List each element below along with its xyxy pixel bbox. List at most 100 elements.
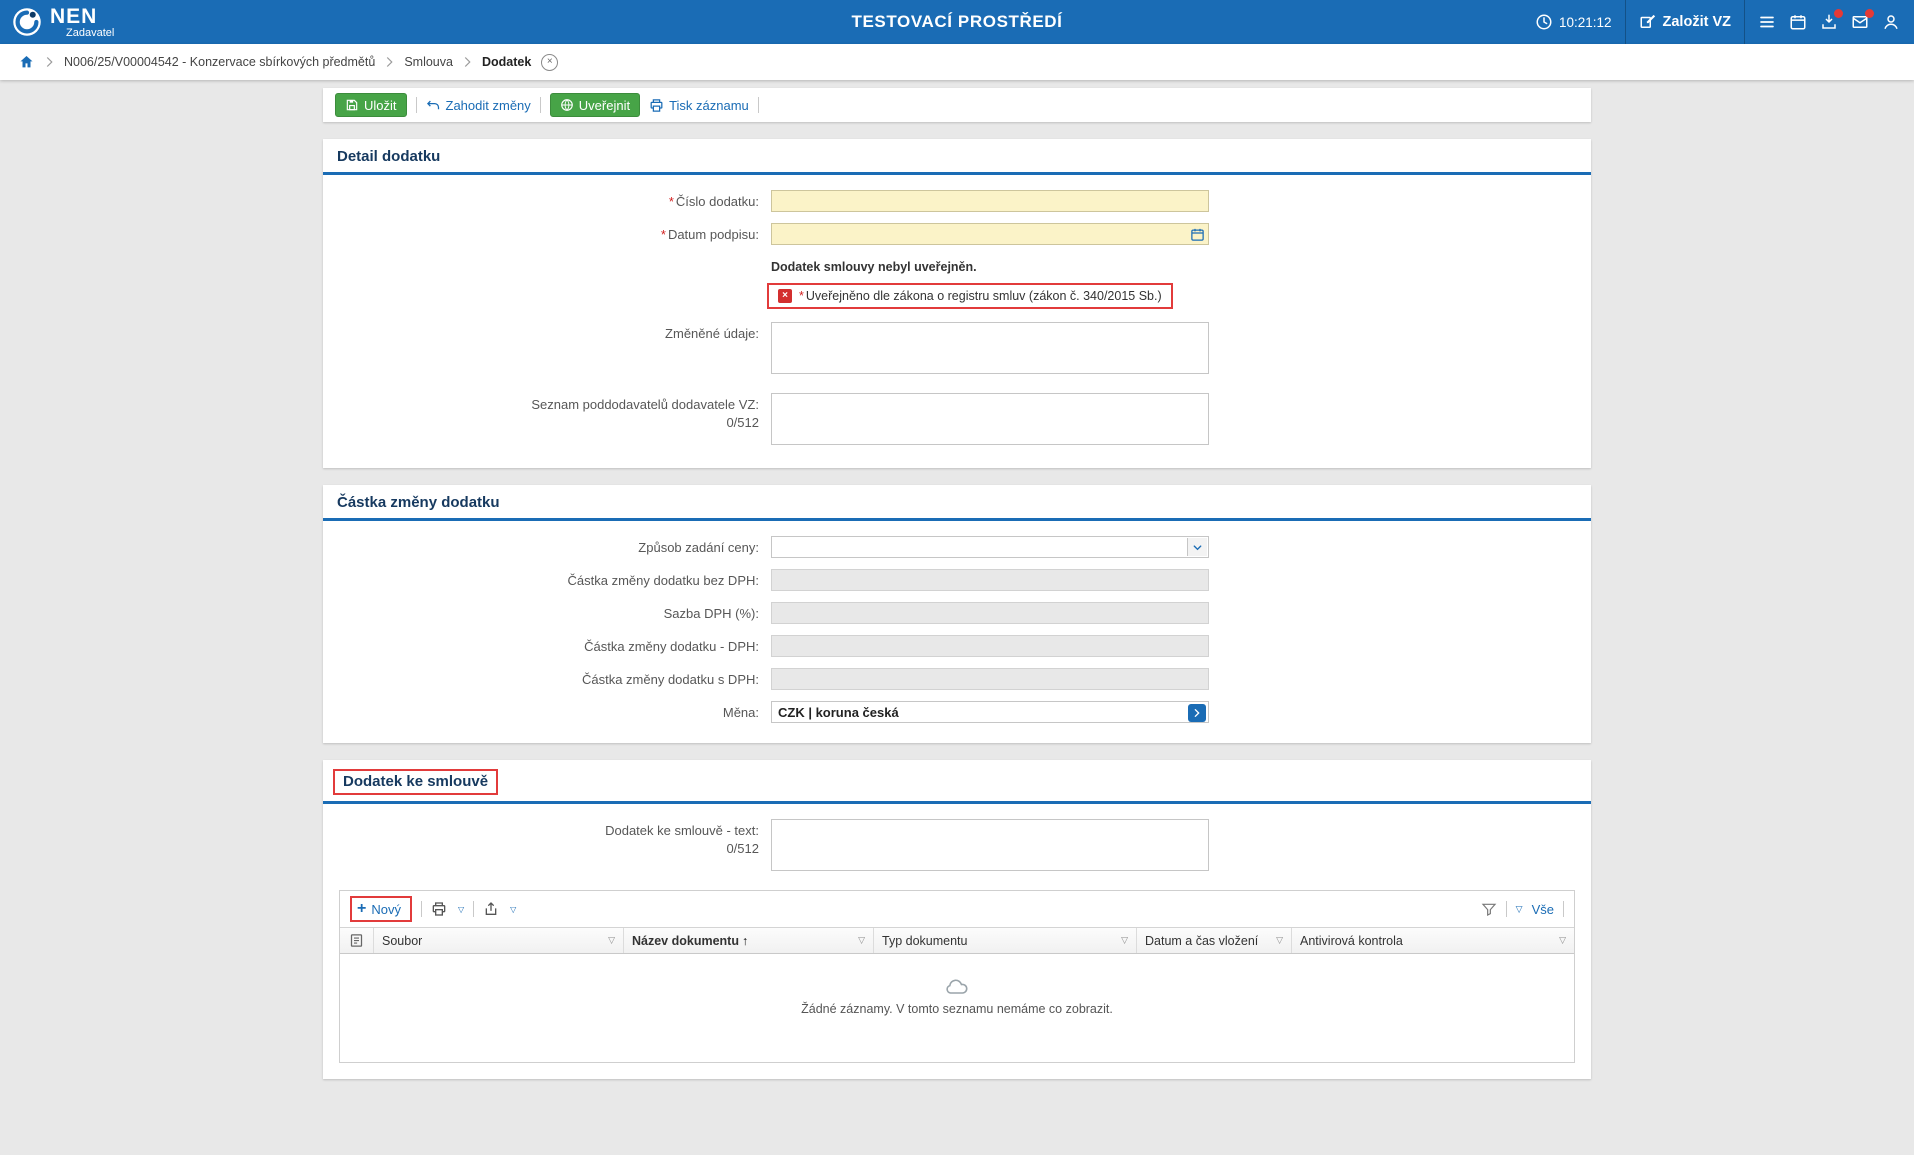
- table-empty-state: Žádné záznamy. V tomto seznamu nemáme co…: [340, 954, 1574, 1062]
- compose-icon: [1639, 13, 1657, 31]
- column-header-antivirova-kontrola[interactable]: Antivirová kontrola ▽: [1292, 928, 1574, 953]
- select-dropdown-button[interactable]: [1187, 538, 1207, 556]
- nen-logo[interactable]: NEN Zadavatel: [12, 6, 114, 39]
- field-label-text: Dodatek ke smlouvě - text:: [605, 823, 759, 838]
- datepicker-icon[interactable]: [1190, 227, 1205, 242]
- field-dodatek-text: Dodatek ke smlouvě - text: 0/512: [323, 819, 1591, 876]
- downloads-button[interactable]: [1820, 13, 1838, 31]
- char-counter: 0/512: [323, 415, 759, 430]
- toolbar-separator: [540, 97, 541, 113]
- error-icon: ×: [778, 289, 792, 303]
- profile-button[interactable]: [1882, 13, 1900, 31]
- publish-label: Uveřejnit: [579, 98, 630, 113]
- messages-badge: [1865, 9, 1874, 18]
- user-icon: [1882, 13, 1900, 31]
- zpusob-zadani-ceny-select[interactable]: [771, 536, 1209, 558]
- field-label: Částka změny dodatku - DPH:: [323, 635, 771, 654]
- column-filter-icon[interactable]: ▽: [608, 935, 615, 946]
- messages-button[interactable]: [1851, 13, 1869, 31]
- zmenene-udaje-textarea[interactable]: [771, 322, 1209, 374]
- mena-field[interactable]: CZK | koruna česká: [771, 701, 1209, 723]
- column-filter-icon[interactable]: ▽: [858, 935, 865, 946]
- save-button[interactable]: Uložit: [335, 93, 407, 117]
- home-icon[interactable]: [18, 54, 35, 70]
- create-vz-label: Založit VZ: [1663, 14, 1731, 30]
- print-dropdown-icon[interactable]: ▽: [458, 905, 464, 914]
- column-header-nazev-dokumentu[interactable]: Název dokumentu ↑ ▽: [624, 928, 874, 953]
- documents-table: + Nový ▽ ▽ ▽ Vše: [339, 890, 1575, 1063]
- header-separator: [1625, 0, 1626, 44]
- castka-s-dph-input: [771, 668, 1209, 690]
- table-toolbar: + Nový ▽ ▽ ▽ Vše: [340, 891, 1574, 927]
- close-tab-icon[interactable]: ×: [541, 54, 558, 71]
- calendar-button[interactable]: [1789, 13, 1807, 31]
- breadcrumb: N006/25/V00004542 - Konzervace sbírkovýc…: [0, 44, 1914, 80]
- annotation-highlight: Dodatek ke smlouvě: [333, 769, 498, 795]
- export-dropdown-icon[interactable]: ▽: [510, 905, 516, 914]
- column-label: Typ dokumentu: [882, 934, 967, 948]
- row-publish-note: Dodatek smlouvy nebyl uveřejněn.: [323, 256, 1591, 274]
- create-vz-button[interactable]: Založit VZ: [1639, 13, 1731, 31]
- field-castka-s-dph: Částka změny dodatku s DPH:: [323, 668, 1591, 690]
- undo-icon: [426, 98, 441, 113]
- field-label: Částka změny dodatku bez DPH:: [323, 569, 771, 588]
- field-mena: Měna: CZK | koruna česká: [323, 701, 1591, 723]
- print-record-button[interactable]: Tisk záznamu: [649, 98, 749, 113]
- column-filter-icon[interactable]: ▽: [1276, 935, 1283, 946]
- column-label: Název dokumentu: [632, 934, 739, 948]
- column-label: Antivirová kontrola: [1300, 934, 1403, 948]
- section-title: Detail dodatku: [337, 148, 440, 165]
- plus-icon: +: [357, 901, 366, 917]
- registry-error-text: *Uveřejněno dle zákona o registru smluv …: [799, 289, 1162, 303]
- column-header-select[interactable]: [340, 928, 374, 953]
- field-label: Způsob zadání ceny:: [323, 536, 771, 555]
- new-document-button[interactable]: + Nový: [350, 896, 412, 922]
- mena-lookup-button[interactable]: [1188, 704, 1206, 722]
- view-dropdown-icon[interactable]: ▽: [1516, 904, 1523, 915]
- globe-icon: [560, 98, 574, 112]
- publish-note: Dodatek smlouvy nebyl uveřejněn.: [771, 256, 1241, 274]
- menu-button[interactable]: [1758, 13, 1776, 31]
- discard-changes-label: Zahodit změny: [446, 98, 531, 113]
- section-castka-zmeny: Částka změny dodatku Způsob zadání ceny:…: [323, 485, 1591, 743]
- dodatek-text-textarea[interactable]: [771, 819, 1209, 871]
- clock-icon: [1535, 13, 1553, 31]
- column-header-soubor[interactable]: Soubor ▽: [374, 928, 624, 953]
- clock: 10:21:12: [1535, 13, 1612, 31]
- field-label: Měna:: [323, 701, 771, 720]
- discard-changes-button[interactable]: Zahodit změny: [426, 98, 531, 113]
- breadcrumb-item-contract[interactable]: N006/25/V00004542 - Konzervace sbírkovýc…: [64, 55, 375, 69]
- cislo-dodatku-input[interactable]: [771, 190, 1209, 212]
- field-zmenene-udaje: Změněné údaje:: [323, 322, 1591, 379]
- castka-bez-dph-input: [771, 569, 1209, 591]
- export-icon[interactable]: [483, 901, 499, 917]
- column-header-datum-vlozeni[interactable]: Datum a čas vložení ▽: [1137, 928, 1292, 953]
- show-all-link[interactable]: Vše: [1532, 902, 1554, 917]
- toolbar-separator: [758, 97, 759, 113]
- field-seznam-poddodavatelu: Seznam poddodavatelů dodavatele VZ: 0/51…: [323, 393, 1591, 450]
- publish-button[interactable]: Uveřejnit: [550, 93, 640, 117]
- column-header-typ-dokumentu[interactable]: Typ dokumentu ▽: [874, 928, 1137, 953]
- field-label: Změněné údaje:: [323, 322, 771, 341]
- environment-title: TESTOVACÍ PROSTŘEDÍ: [851, 12, 1062, 32]
- table-header-row: Soubor ▽ Název dokumentu ↑ ▽ Typ dokumen…: [340, 927, 1574, 954]
- empty-state-text: Žádné záznamy. V tomto seznamu nemáme co…: [801, 1002, 1113, 1016]
- field-label: Seznam poddodavatelů dodavatele VZ: 0/51…: [323, 393, 771, 430]
- required-mark: *: [799, 289, 804, 303]
- filter-funnel-icon[interactable]: [1481, 901, 1497, 917]
- seznam-poddodavatelu-textarea[interactable]: [771, 393, 1209, 445]
- datum-podpisu-input[interactable]: [771, 223, 1209, 245]
- breadcrumb-item-smlouva[interactable]: Smlouva: [404, 55, 453, 69]
- section-header: Detail dodatku: [323, 139, 1591, 175]
- chevron-right-icon: [45, 56, 54, 68]
- field-label-text: Číslo dodatku:: [676, 194, 759, 209]
- required-mark: *: [669, 194, 674, 209]
- save-icon: [345, 98, 359, 112]
- castka-dph-input: [771, 635, 1209, 657]
- column-label: Datum a čas vložení: [1145, 934, 1258, 948]
- field-label: *Číslo dodatku:: [323, 190, 771, 209]
- print-table-icon[interactable]: [431, 901, 447, 917]
- column-filter-icon[interactable]: ▽: [1121, 935, 1128, 946]
- chevron-down-icon: [1192, 542, 1203, 553]
- column-filter-icon[interactable]: ▽: [1559, 935, 1566, 946]
